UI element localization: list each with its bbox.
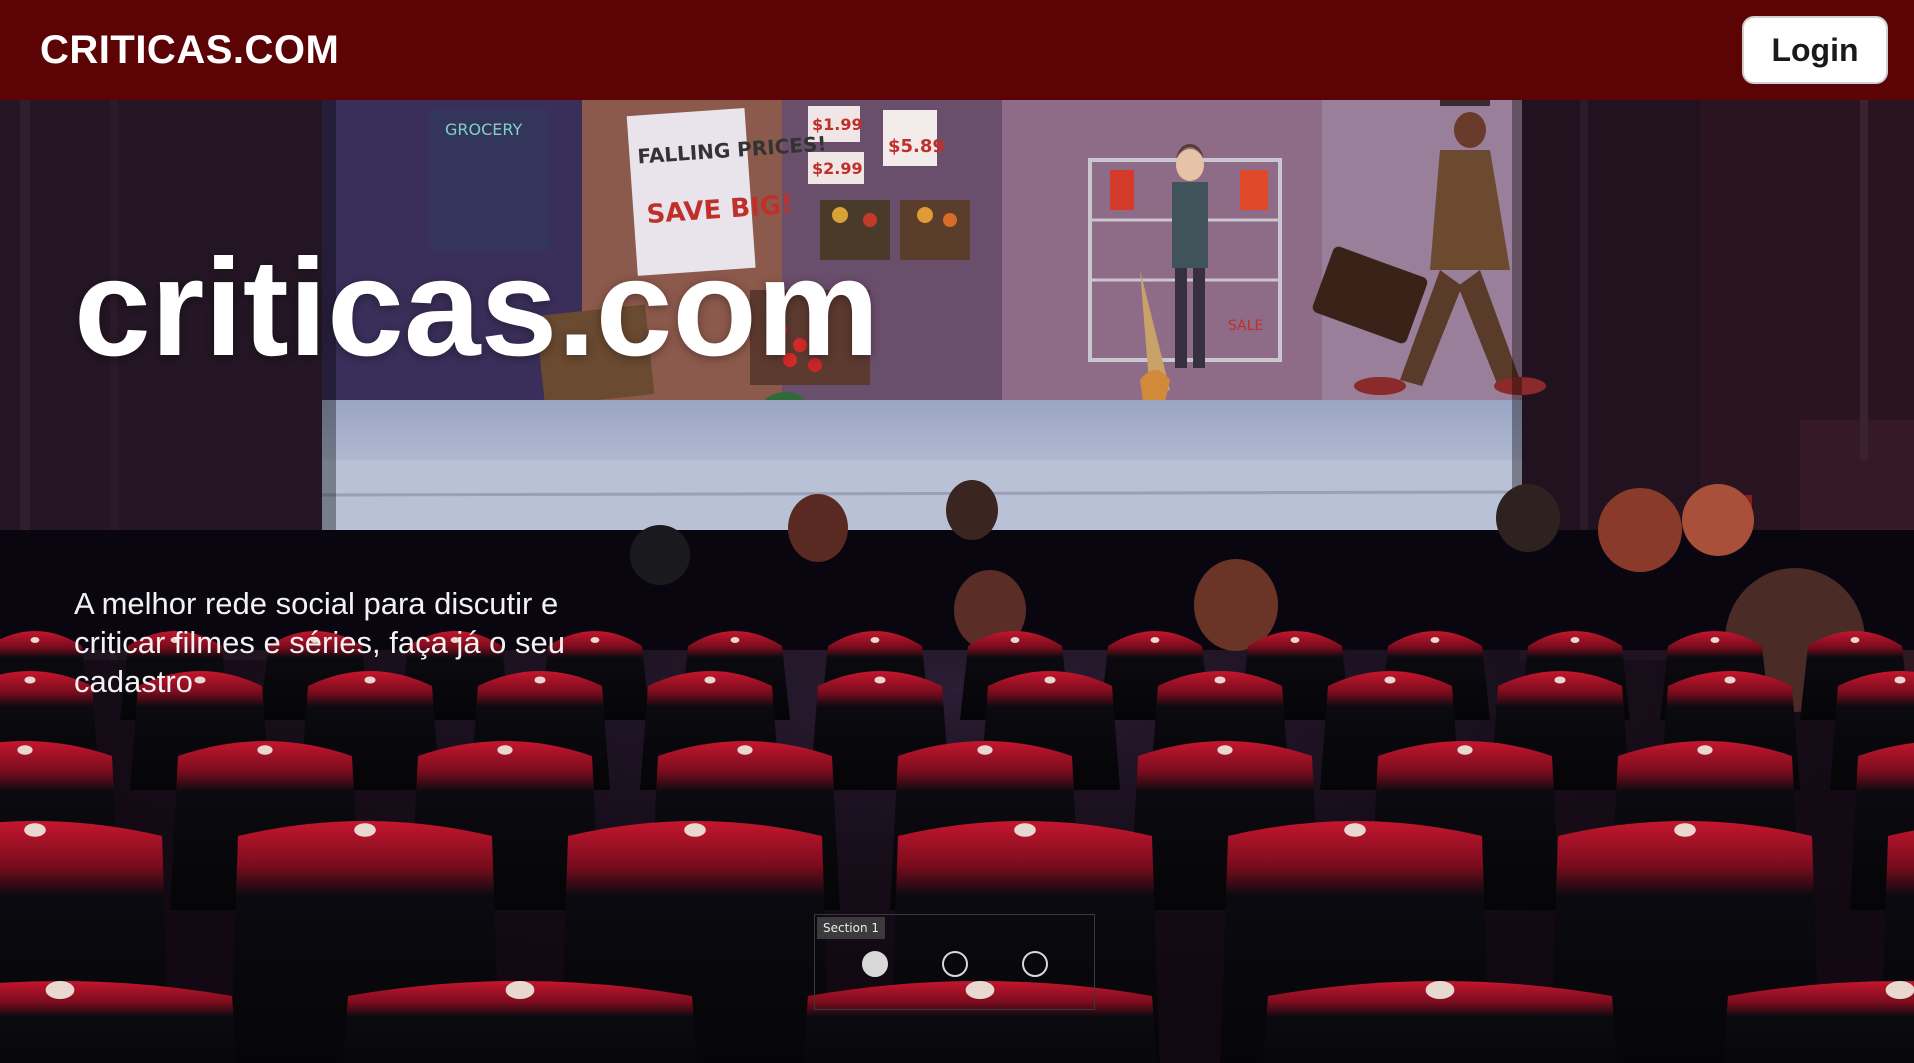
section-carousel: Section 1 <box>814 914 1095 1010</box>
svg-text:$1.99: $1.99 <box>812 115 863 134</box>
seat-number-plate <box>1014 823 1036 837</box>
svg-text:$2.99: $2.99 <box>812 159 863 178</box>
seat-number-plate <box>1697 745 1713 755</box>
seat-number-plate <box>730 637 740 643</box>
seat-number-plate <box>1850 637 1860 643</box>
seat-number-plate <box>1885 981 1914 999</box>
seat-number-plate <box>704 676 716 684</box>
seat-number-plate <box>1894 676 1906 684</box>
carousel-dot-2[interactable] <box>942 951 968 977</box>
seat-number-plate <box>1150 637 1160 643</box>
login-button[interactable]: Login <box>1742 16 1888 84</box>
seat-number-plate <box>45 981 75 999</box>
seat-number-plate <box>505 981 535 999</box>
seat-number-plate <box>684 823 706 837</box>
seat-number-plate <box>590 637 600 643</box>
seat-number-plate <box>874 676 886 684</box>
seat-number-plate <box>1010 637 1020 643</box>
seat-number-plate <box>1724 676 1736 684</box>
cinema-seat <box>0 981 238 1063</box>
seat-number-plate <box>30 637 40 643</box>
cinema-seat <box>1722 981 1914 1063</box>
svg-text:GROCERY: GROCERY <box>445 120 522 139</box>
seat-number-plate <box>497 745 513 755</box>
seat-number-plate <box>1554 676 1566 684</box>
section-label: Section 1 <box>817 917 886 939</box>
seat-number-plate <box>737 745 753 755</box>
seat-number-plate <box>977 745 993 755</box>
carousel-dot-1[interactable] <box>862 951 888 977</box>
hero-subtitle: A melhor rede social para discutir e cri… <box>74 586 566 699</box>
seat-number-plate <box>24 676 36 684</box>
seat-number-plate <box>1457 745 1473 755</box>
svg-text:SALE: SALE <box>1228 318 1263 334</box>
seat-number-plate <box>1217 745 1233 755</box>
seat-number-plate <box>257 745 273 755</box>
seat-number-plate <box>1425 981 1455 999</box>
seat-number-plate <box>1344 823 1366 837</box>
top-navbar: CRITICAS.COM Login <box>0 0 1914 100</box>
seat-number-plate <box>354 823 376 837</box>
carousel-dot-3[interactable] <box>1022 951 1048 977</box>
seat-number-plate <box>1674 823 1696 837</box>
seat-number-plate <box>1570 637 1580 643</box>
hero-title: criticas.com <box>74 231 880 385</box>
seat-number-plate <box>1290 637 1300 643</box>
seat-number-plate <box>17 745 33 755</box>
hero-section: FALLING PRICES! SAVE BIG! $5.89 $1.99 $2… <box>0 100 1914 1063</box>
seat-number-plate <box>1214 676 1226 684</box>
seat-number-plate <box>1430 637 1440 643</box>
seat-number-plate <box>1384 676 1396 684</box>
seat-number-plate <box>1710 637 1720 643</box>
seat-number-plate <box>870 637 880 643</box>
seat-number-plate <box>1044 676 1056 684</box>
brand-logo[interactable]: CRITICAS.COM <box>40 28 339 73</box>
svg-text:$5.89: $5.89 <box>888 136 945 157</box>
seat-number-plate <box>24 823 46 837</box>
